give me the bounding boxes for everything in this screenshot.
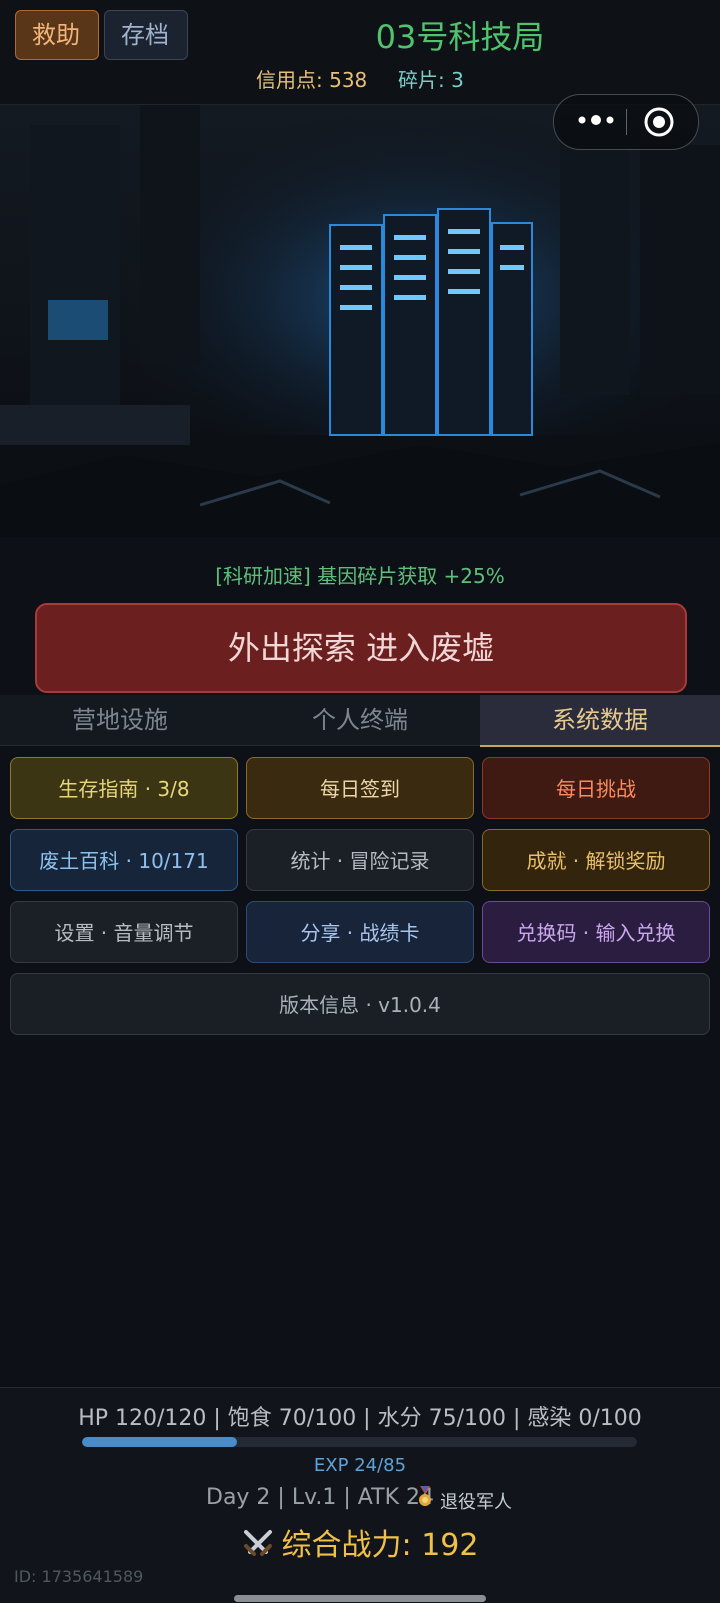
tab-terminal[interactable]: 个人终端 bbox=[240, 695, 480, 745]
exp-bar bbox=[82, 1437, 637, 1447]
shard-counter: 碎片: 3 bbox=[398, 68, 464, 92]
combat-power: 综合战力: 192 bbox=[0, 1520, 720, 1564]
daily-checkin-button[interactable]: 每日签到 bbox=[246, 757, 474, 819]
tab-camp[interactable]: 营地设施 bbox=[0, 695, 240, 745]
explore-button[interactable]: 外出探索 进入废墟 bbox=[35, 603, 687, 693]
target-icon[interactable] bbox=[642, 105, 676, 139]
vitals-line: HP 120/120 | 饱食 70/100 | 水分 75/100 | 感染 … bbox=[78, 1406, 642, 1431]
survival-guide-button[interactable]: 生存指南 · 3/8 bbox=[10, 757, 238, 819]
capsule-divider bbox=[626, 109, 627, 135]
role-label: 退役军人 bbox=[440, 1492, 512, 1513]
daily-challenge-button[interactable]: 每日挑战 bbox=[482, 757, 710, 819]
scene-illustration bbox=[0, 105, 720, 537]
tab-system[interactable]: 系统数据 bbox=[480, 695, 720, 747]
buff-text: [科研加速] 基因碎片获取 +25% bbox=[215, 564, 505, 588]
version-info-button[interactable]: 版本信息 · v1.0.4 bbox=[10, 973, 710, 1035]
credit-counter: 信用点: 538 bbox=[256, 68, 368, 92]
combat-power-text: 综合战力: 192 bbox=[281, 1528, 479, 1563]
wasteland-wiki-button[interactable]: 废土百科 · 10/171 bbox=[10, 829, 238, 891]
share-button[interactable]: 分享 · 战绩卡 bbox=[246, 901, 474, 963]
save-button[interactable]: 存档 bbox=[104, 10, 188, 60]
help-button[interactable]: 救助 bbox=[15, 10, 99, 60]
more-dots-icon[interactable] bbox=[574, 105, 618, 135]
home-indicator[interactable] bbox=[234, 1595, 486, 1602]
exp-bar-fill bbox=[82, 1437, 238, 1447]
player-id: ID: 1735641589 bbox=[14, 1567, 144, 1586]
redeem-code-button[interactable]: 兑换码 · 输入兑换 bbox=[482, 901, 710, 963]
tab-bar: 营地设施 个人终端 系统数据 bbox=[0, 695, 720, 747]
exp-text: EXP 24/85 bbox=[313, 1455, 407, 1476]
capsule-menu bbox=[553, 94, 699, 150]
medal-icon bbox=[419, 1486, 431, 1506]
statistics-button[interactable]: 统计 · 冒险记录 bbox=[246, 829, 474, 891]
achievements-button[interactable]: 成就 · 解锁奖励 bbox=[482, 829, 710, 891]
day-level-atk: Day 2 | Lv.1 | ATK 24 bbox=[206, 1485, 434, 1510]
crossed-swords-icon bbox=[243, 1530, 272, 1556]
settings-button[interactable]: 设置 · 音量调节 bbox=[10, 901, 238, 963]
page-title: 03号科技局 bbox=[375, 18, 545, 56]
